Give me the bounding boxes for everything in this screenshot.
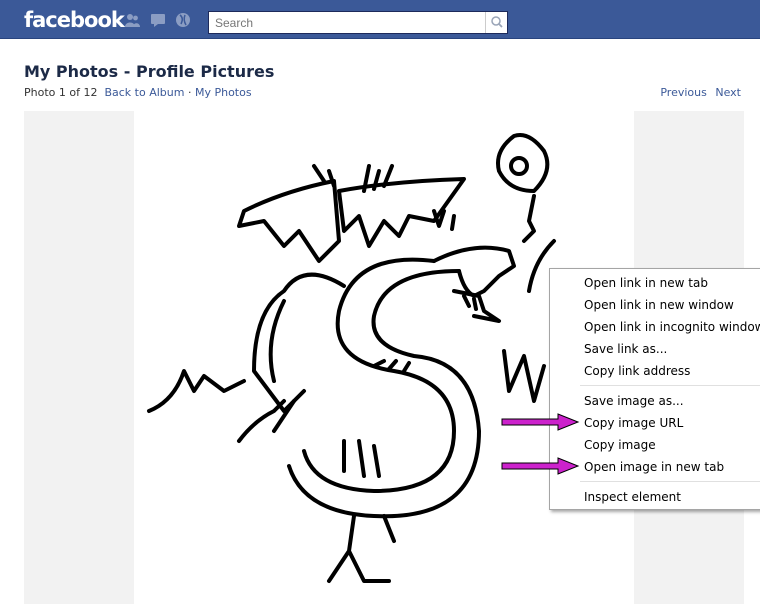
photo-navigation-line: Photo 1 of 12 Back to Album · My Photos <box>24 86 252 99</box>
search-box <box>208 11 508 34</box>
menu-open-link-new-window[interactable]: Open link in new window <box>584 295 734 315</box>
menu-separator <box>580 481 760 482</box>
context-menu: Open link in new tab Open link in new wi… <box>549 268 760 510</box>
search-button[interactable] <box>485 12 507 33</box>
notifications-icon[interactable] <box>175 12 191 28</box>
back-to-album-link[interactable]: Back to Album <box>104 86 184 99</box>
menu-inspect-element[interactable]: Inspect element <box>584 487 681 507</box>
search-icon <box>491 16 503 28</box>
photo-pager: Previous Next <box>655 86 741 99</box>
link-separator: · <box>187 86 192 99</box>
page-title: My Photos - Profile Pictures <box>24 62 275 81</box>
menu-save-link-as[interactable]: Save link as... <box>584 339 667 359</box>
my-photos-link[interactable]: My Photos <box>195 86 252 99</box>
menu-open-link-incognito[interactable]: Open link in incognito window <box>584 317 760 337</box>
messages-icon[interactable] <box>150 12 166 28</box>
arrow-annotation-icon <box>501 413 580 431</box>
menu-save-image-as[interactable]: Save image as... <box>584 391 684 411</box>
top-navigation-bar: facebook <box>0 0 760 39</box>
menu-separator <box>580 385 760 386</box>
facebook-logo[interactable]: facebook <box>24 8 125 32</box>
photo-counter: Photo 1 of 12 <box>24 86 98 99</box>
menu-open-image-new-tab[interactable]: Open image in new tab <box>584 457 724 477</box>
previous-link[interactable]: Previous <box>660 86 707 99</box>
next-link[interactable]: Next <box>715 86 741 99</box>
arrow-annotation-icon <box>501 457 580 475</box>
menu-copy-link-address[interactable]: Copy link address <box>584 361 690 381</box>
menu-open-link-new-tab[interactable]: Open link in new tab <box>584 273 708 293</box>
menu-copy-image[interactable]: Copy image <box>584 435 656 455</box>
menu-copy-image-url[interactable]: Copy image URL <box>584 413 683 433</box>
search-input[interactable] <box>209 12 485 33</box>
friend-requests-icon[interactable] <box>124 12 140 28</box>
